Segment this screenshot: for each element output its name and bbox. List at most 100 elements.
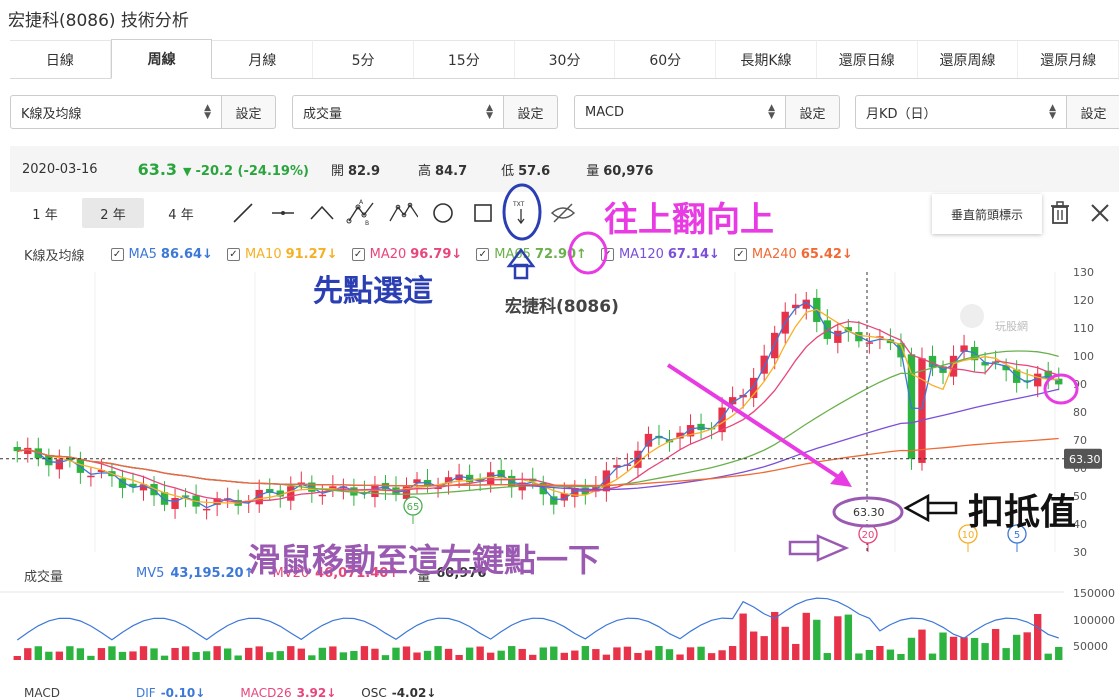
range-1y-button[interactable]: 1 年 [14, 198, 76, 228]
indicator-select-group-2: 成交量 ▲ ▼ 設定 [292, 95, 558, 129]
volume-bar [444, 648, 453, 660]
checkbox-icon[interactable]: ✓ [733, 247, 747, 261]
ma-legend-item-ma65[interactable]: ✓ MA65 72.90↑ [476, 247, 587, 262]
checkbox-icon[interactable]: ✓ [110, 247, 124, 261]
volume-bar [287, 646, 295, 660]
volume-bar [613, 647, 621, 660]
tab-9[interactable]: 還原周線 [917, 40, 1019, 78]
txt-tool-label: TXT [512, 201, 525, 208]
svg-text:A: A [359, 199, 364, 206]
range-2y-button[interactable]: 2 年 [82, 198, 144, 228]
range-4y-button[interactable]: 4 年 [150, 198, 212, 228]
angle-icon[interactable] [307, 198, 337, 228]
checkbox-icon[interactable]: ✓ [226, 247, 240, 261]
candle-body [287, 486, 295, 501]
ma-name: MA10 [244, 246, 282, 262]
volume-bar [718, 650, 726, 660]
quote-change: -20.2 (-24.19%) [195, 163, 309, 179]
volume-bar [781, 626, 789, 660]
macd26-label: MACD26 [240, 686, 292, 700]
volume-bar [1055, 646, 1063, 660]
tab-2[interactable]: 月線 [212, 40, 314, 78]
abcd-pattern-icon[interactable] [388, 198, 418, 228]
kline-ma-select[interactable]: K線及均線 ▲ ▼ [10, 95, 222, 129]
volume-bar [539, 647, 547, 660]
close-icon[interactable] [1088, 201, 1112, 229]
volume-bar [707, 653, 716, 660]
macd-select[interactable]: MACD ▲ ▼ [574, 95, 786, 129]
volume-bar [939, 632, 947, 660]
volume-bar [350, 650, 358, 660]
price-axis-label: 90 [1073, 378, 1087, 391]
hide-eye-icon[interactable] [548, 198, 578, 228]
txt-arrow-icon[interactable]: TXT [506, 198, 536, 228]
volume-bar [455, 654, 463, 660]
macd-panel-title: MACD [24, 686, 60, 700]
logo-text: 玩股網 [995, 319, 1028, 333]
settings-button[interactable]: 設定 [222, 95, 276, 129]
volume-bar [592, 649, 600, 660]
settings-button[interactable]: 設定 [504, 95, 558, 129]
volume-bar [918, 629, 926, 660]
kd-select[interactable]: 月KD（日） ▲ ▼ [855, 95, 1067, 129]
volume-bar [234, 655, 242, 660]
ma-value: 72.90↑ [534, 246, 587, 262]
open-label: 開 [330, 163, 344, 179]
volume-bar [181, 646, 190, 660]
tab-5[interactable]: 30分 [514, 40, 616, 78]
checkbox-icon[interactable]: ✓ [600, 247, 614, 261]
tab-6[interactable]: 60分 [615, 40, 717, 78]
candle-body [1034, 373, 1042, 387]
settings-button[interactable]: 設定 [786, 95, 840, 129]
volume-bar [644, 650, 653, 660]
checkbox-icon[interactable]: ✓ [476, 247, 490, 261]
ma-legend-item-ma10[interactable]: ✓ MA10 91.27↓ [226, 246, 338, 262]
volume-bar [665, 649, 674, 660]
abc-pattern-icon[interactable]: AB [346, 198, 376, 228]
volume-bar [508, 646, 516, 660]
volume-bar [139, 646, 148, 660]
down-triangle-icon: ▼ [183, 164, 192, 178]
volume-bar [1034, 614, 1042, 660]
tab-4[interactable]: 15分 [413, 40, 515, 78]
tab-0[interactable]: 日線 [10, 40, 111, 78]
ma-legend-item-ma5[interactable]: ✓ MA5 86.64↓ [110, 247, 213, 262]
line-tool-icon[interactable] [228, 198, 258, 228]
volume-bar [529, 654, 537, 660]
ma-legend-item-ma240[interactable]: ✓ MA240 65.42↓ [733, 246, 853, 262]
trash-icon[interactable] [1048, 200, 1072, 230]
ma-line-0 [17, 301, 1059, 509]
vertical-arrow-label[interactable]: 垂直箭頭標示 [932, 194, 1042, 234]
tab-7[interactable]: 長期K線 [716, 40, 817, 78]
price-axis-label: 30 [1073, 546, 1087, 559]
volume-bar [676, 654, 684, 660]
volume-bar [928, 653, 937, 660]
volume-select[interactable]: 成交量 ▲ ▼ [292, 95, 504, 129]
select-value: 成交量 [303, 106, 343, 122]
settings-button[interactable]: 設定 [1067, 95, 1119, 129]
tab-8[interactable]: 還原日線 [816, 40, 918, 78]
tab-1[interactable]: 周線 [110, 39, 213, 79]
volume-bar [560, 652, 568, 660]
ma-legend-item-ma120[interactable]: ✓ MA120 67.14↓ [600, 246, 720, 262]
marker-label: 20 [862, 530, 875, 541]
select-value: MACD [585, 104, 624, 120]
tab-3[interactable]: 5分 [313, 40, 414, 78]
quote-price: 63.3 [137, 159, 178, 179]
ma-name: MA120 [618, 246, 664, 262]
volume-bar [423, 650, 432, 660]
volume-bar [371, 648, 379, 660]
ma-name: MA20 [369, 246, 407, 262]
rectangle-icon[interactable] [468, 198, 498, 228]
ma-value: 67.14↓ [667, 246, 720, 262]
ma-name: MA240 [751, 246, 797, 262]
mv5-value: 43,195.20↑ [170, 566, 255, 581]
price-chart[interactable]: 13012011010090807060504030宏捷科(8086)玩股網63… [0, 262, 1119, 697]
volume-panel-title: 成交量 [24, 570, 64, 585]
ma-legend-item-ma20[interactable]: ✓ MA20 96.79↓ [351, 246, 462, 262]
checkbox-icon[interactable]: ✓ [351, 247, 365, 261]
tab-10[interactable]: 還原月線 [1018, 40, 1119, 78]
circle-icon[interactable] [428, 198, 458, 228]
volume-bar [308, 655, 316, 660]
horizontal-line-icon[interactable] [268, 198, 298, 228]
